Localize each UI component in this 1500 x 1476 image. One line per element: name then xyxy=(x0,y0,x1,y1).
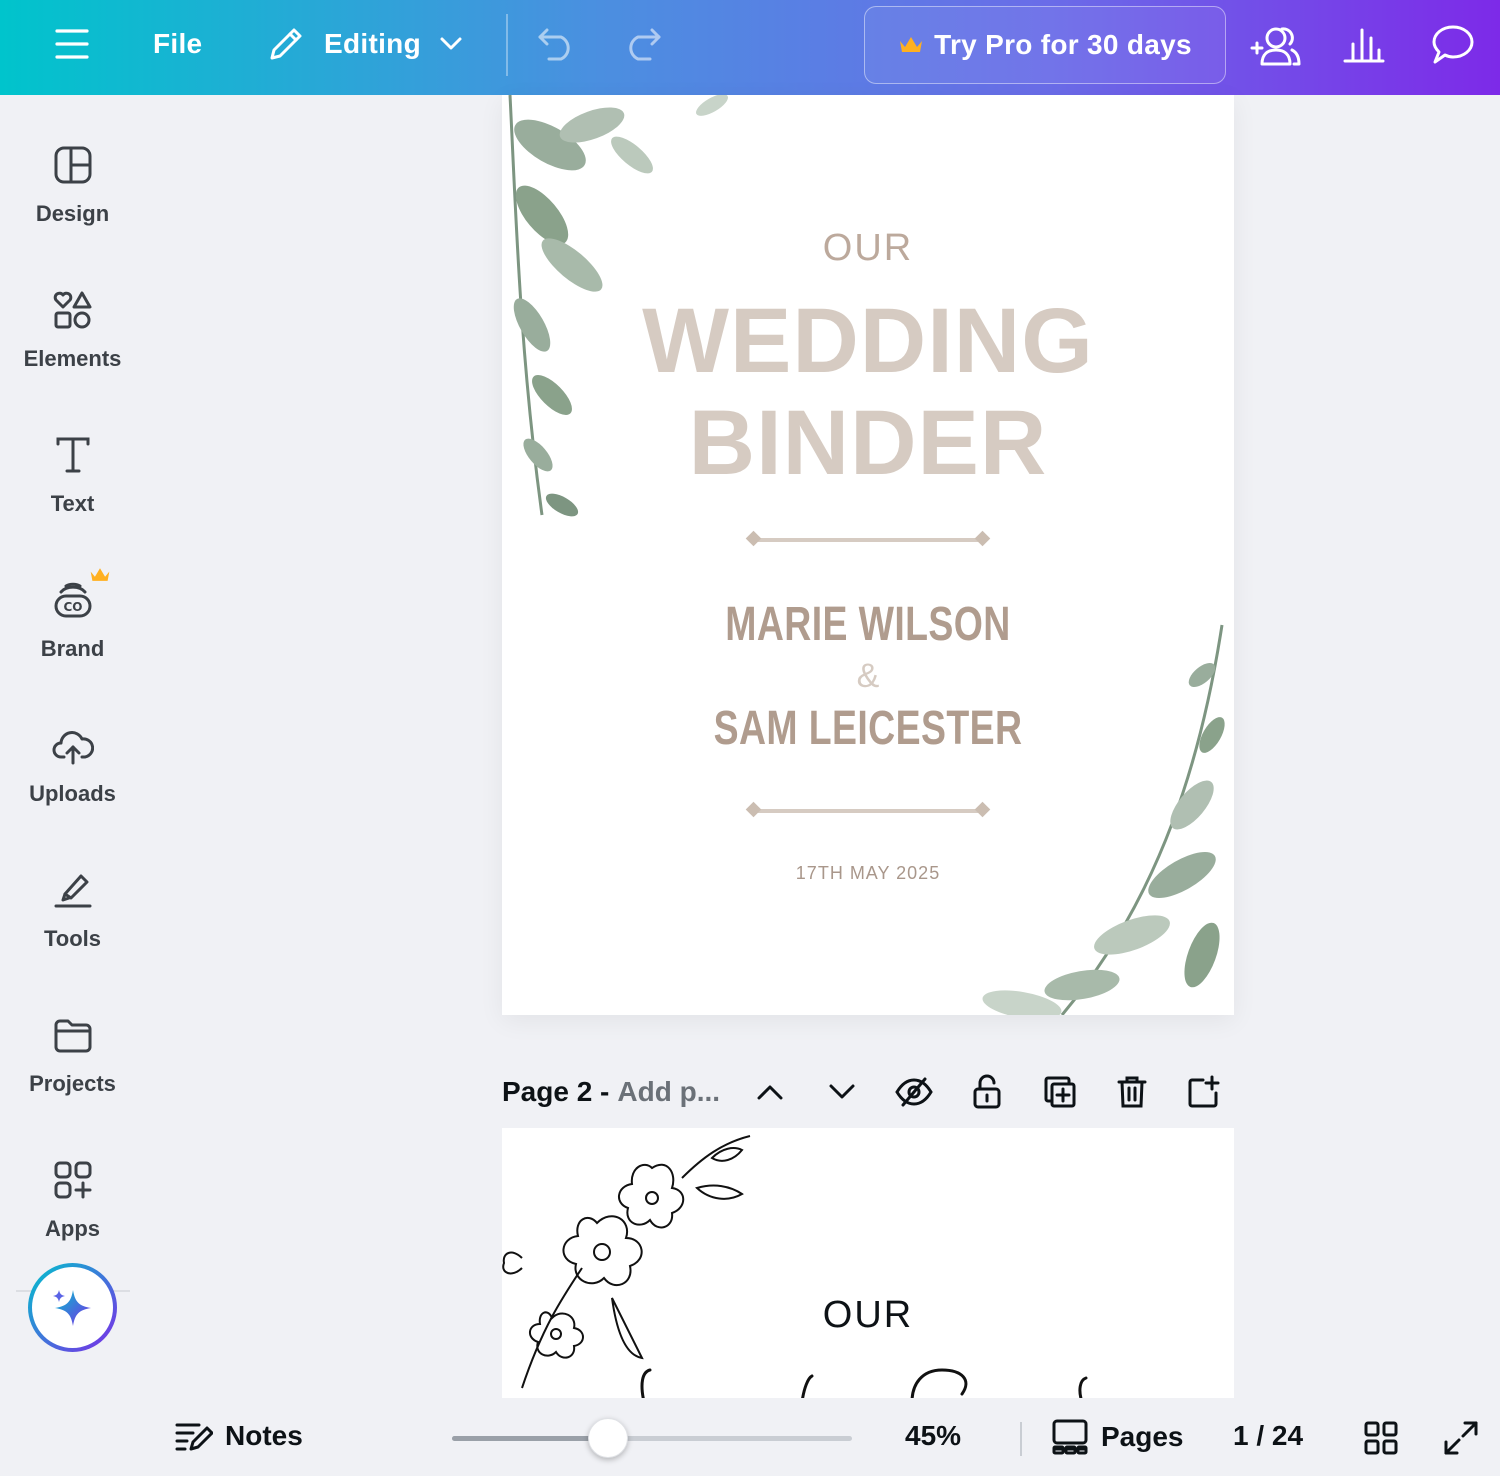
delete-page-button[interactable] xyxy=(1112,1072,1152,1112)
sidebar-item-label: Apps xyxy=(45,1216,100,1241)
tools-icon xyxy=(51,868,95,912)
pages-button[interactable]: Pages xyxy=(1051,1418,1184,1456)
text-icon xyxy=(51,433,95,477)
svg-text:CO: CO xyxy=(63,600,82,614)
pages-label: Pages xyxy=(1101,1421,1184,1452)
floral-line-art xyxy=(502,1135,751,1389)
trash-icon xyxy=(1117,1076,1147,1108)
page-counter: 1 / 24 xyxy=(1233,1420,1304,1451)
redo-button[interactable] xyxy=(622,26,662,62)
page1-divider-bottom xyxy=(752,809,984,813)
sidebar-item-apps[interactable]: Apps xyxy=(0,1158,145,1242)
sidebar-item-label: Text xyxy=(50,491,95,516)
toolbar-divider xyxy=(506,14,508,76)
page1-divider-top xyxy=(752,538,984,542)
undo-button[interactable] xyxy=(537,26,577,62)
sidebar-item-projects[interactable]: Projects xyxy=(0,1013,145,1097)
page2-script-fragment xyxy=(640,1368,1088,1398)
move-page-down-button[interactable] xyxy=(822,1072,862,1112)
page1-our-text[interactable]: OUR xyxy=(502,227,1234,270)
design-icon xyxy=(51,143,95,187)
chevron-down-icon xyxy=(829,1084,855,1099)
bottom-divider xyxy=(1020,1422,1022,1456)
crown-icon xyxy=(900,37,923,52)
fullscreen-button[interactable] xyxy=(1443,1420,1479,1456)
zoom-slider-handle[interactable] xyxy=(588,1418,628,1458)
undo-icon xyxy=(538,28,570,61)
eye-slash-icon xyxy=(895,1077,933,1107)
sidebar-item-tools[interactable]: Tools xyxy=(0,868,145,952)
sidebar-item-label: Projects xyxy=(29,1071,116,1096)
editing-mode-label: Editing xyxy=(324,28,421,59)
page2-our-text[interactable]: OUR xyxy=(502,1294,1234,1337)
file-menu-button[interactable]: File xyxy=(153,28,202,60)
page1-name1[interactable]: MARIE WILSON xyxy=(583,597,1154,652)
redo-icon xyxy=(629,28,661,61)
add-page-button[interactable] xyxy=(1184,1072,1224,1112)
notes-icon xyxy=(175,1423,213,1451)
try-pro-button[interactable]: Try Pro for 30 days xyxy=(864,6,1226,84)
upload-cloud-icon xyxy=(51,723,95,767)
top-toolbar: File Editing Try Pro for 30 days xyxy=(0,0,1500,95)
insights-button[interactable] xyxy=(1343,24,1385,64)
pencil-icon xyxy=(270,28,302,60)
lock-page-button[interactable] xyxy=(967,1072,1007,1112)
page1-title-line1[interactable]: WEDDING xyxy=(502,295,1234,387)
duplicate-icon xyxy=(1044,1076,1076,1108)
design-page-2[interactable]: OUR xyxy=(502,1128,1234,1398)
lock-icon xyxy=(973,1074,1001,1109)
hide-page-button[interactable] xyxy=(894,1072,934,1112)
comments-button[interactable] xyxy=(1431,24,1475,66)
pages-icon xyxy=(1052,1419,1088,1455)
page1-date[interactable]: 17TH MAY 2025 xyxy=(502,863,1234,884)
page2-title-input[interactable]: Add p... xyxy=(617,1076,720,1108)
page1-name2[interactable]: SAM LEICESTER xyxy=(583,701,1154,756)
crown-icon xyxy=(90,568,109,581)
notes-button[interactable]: Notes xyxy=(175,1420,303,1452)
menu-button[interactable] xyxy=(54,27,90,61)
sidebar-item-uploads[interactable]: Uploads xyxy=(0,723,145,807)
hamburger-icon xyxy=(55,29,89,59)
move-page-up-button[interactable] xyxy=(750,1072,790,1112)
expand-icon xyxy=(1444,1421,1478,1455)
grid-icon xyxy=(1364,1421,1398,1455)
sidebar-item-elements[interactable]: Elements xyxy=(0,288,145,372)
bottom-toolbar: Notes 45% Pages 1 / 24 xyxy=(145,1398,1500,1476)
share-people-button[interactable] xyxy=(1250,24,1302,68)
try-pro-label: Try Pro for 30 days xyxy=(934,29,1192,60)
chevron-down-icon xyxy=(440,37,462,50)
sidebar-item-design[interactable]: Design xyxy=(0,143,145,227)
magic-assistant-button[interactable] xyxy=(28,1263,117,1352)
sparkle-icon xyxy=(52,1289,91,1326)
sidebar-item-label: Design xyxy=(35,201,110,226)
sidebar-item-text[interactable]: Text xyxy=(0,433,145,517)
sidebar-item-label: Brand xyxy=(40,636,105,661)
page2-toolbar: Page 2 - Add p... xyxy=(502,1062,1234,1122)
page1-title-line2[interactable]: BINDER xyxy=(502,397,1234,489)
elements-icon xyxy=(51,288,95,332)
chevron-up-icon xyxy=(757,1085,783,1100)
duplicate-page-button[interactable] xyxy=(1040,1072,1080,1112)
apps-icon xyxy=(51,1158,95,1202)
sidebar-item-label: Elements xyxy=(23,346,122,371)
editing-mode-button[interactable]: Editing xyxy=(266,24,463,64)
design-page-1[interactable]: OUR WEDDING BINDER MARIE WILSON & SAM LE… xyxy=(502,95,1234,1015)
notes-label: Notes xyxy=(225,1420,303,1451)
brand-icon: CO xyxy=(51,568,109,622)
page2-label: Page 2 - xyxy=(502,1076,610,1107)
add-page-icon xyxy=(1188,1075,1220,1108)
page1-ampersand[interactable]: & xyxy=(502,657,1234,696)
zoom-percentage-button[interactable]: 45% xyxy=(905,1420,961,1452)
sidebar-item-brand[interactable]: CO Brand xyxy=(0,568,145,662)
sidebar-item-label: Uploads xyxy=(29,781,116,806)
bar-chart-icon xyxy=(1343,28,1385,63)
comment-icon xyxy=(1432,25,1474,64)
zoom-slider[interactable] xyxy=(452,1436,852,1441)
sidebar-item-label: Tools xyxy=(43,926,102,951)
add-people-icon xyxy=(1250,27,1301,66)
folder-icon xyxy=(51,1013,95,1057)
zoom-slider-fill xyxy=(452,1436,608,1441)
grid-view-button[interactable] xyxy=(1363,1420,1399,1456)
